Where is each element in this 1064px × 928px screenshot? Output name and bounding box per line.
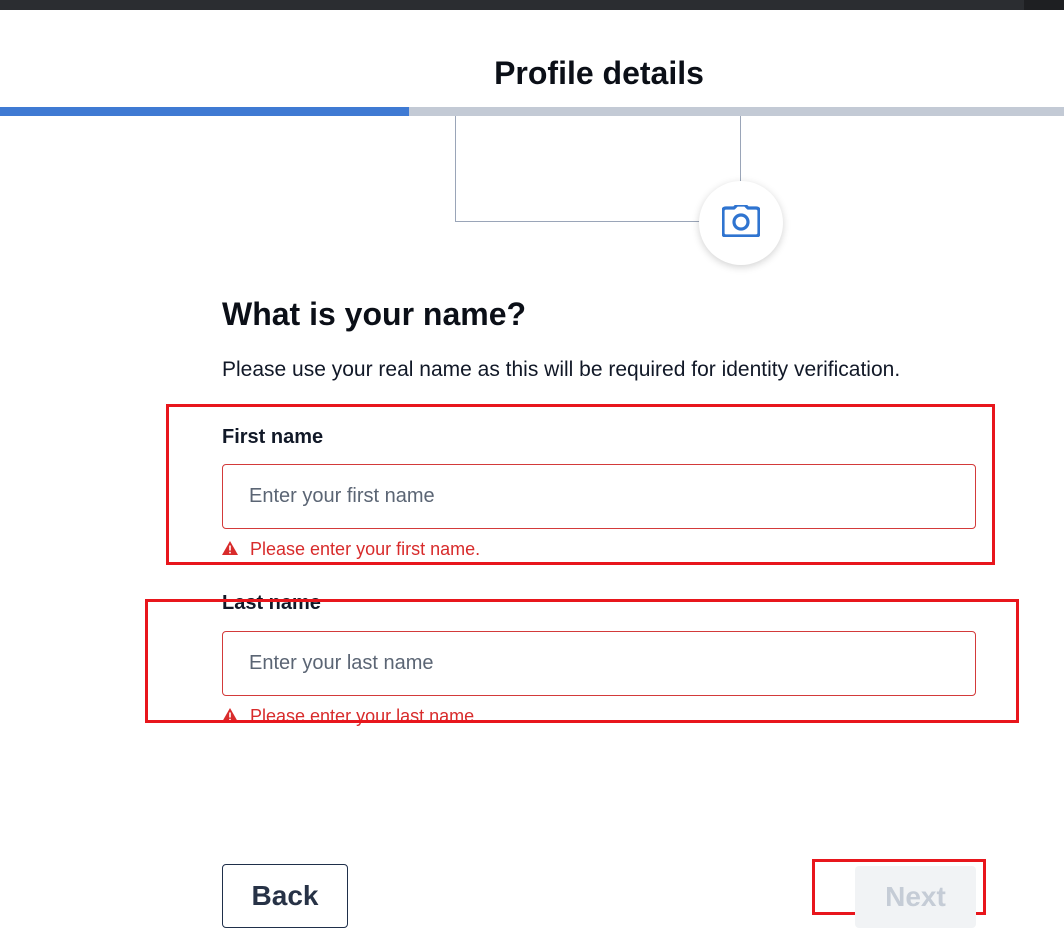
camera-icon bbox=[721, 202, 761, 242]
browser-top-strip-corner bbox=[1024, 0, 1064, 10]
name-question-subtitle: Please use your real name as this will b… bbox=[222, 358, 901, 381]
first-name-error-text: Please enter your first name. bbox=[250, 539, 481, 559]
warning-icon bbox=[222, 705, 238, 727]
browser-top-strip bbox=[0, 0, 1064, 10]
photo-placeholder-frame bbox=[455, 116, 741, 222]
back-button[interactable]: Back bbox=[222, 864, 348, 928]
name-question-heading: What is your name? bbox=[222, 296, 527, 332]
warning-icon bbox=[222, 538, 238, 560]
last-name-error: Please enter your last name. bbox=[222, 705, 479, 727]
last-name-error-text: Please enter your last name. bbox=[250, 706, 480, 726]
first-name-input[interactable] bbox=[222, 464, 976, 529]
last-name-label: Last name bbox=[222, 592, 321, 614]
page-title: Profile details bbox=[494, 55, 704, 91]
progress-bar-fill bbox=[0, 107, 409, 116]
progress-bar bbox=[0, 107, 1064, 116]
first-name-error: Please enter your first name. bbox=[222, 538, 480, 560]
upload-photo-button[interactable] bbox=[699, 181, 783, 265]
header: Profile details bbox=[0, 10, 1064, 107]
last-name-input[interactable] bbox=[222, 631, 976, 696]
first-name-label: First name bbox=[222, 426, 324, 448]
